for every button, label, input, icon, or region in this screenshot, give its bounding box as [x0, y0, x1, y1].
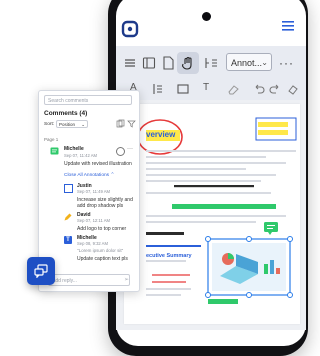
text-annotation-icon: T: [64, 236, 72, 244]
section-heading-exec-summary: ecutive Summary: [146, 253, 192, 259]
thread-timestamp: Sep 07, 11:42 AM: [64, 153, 97, 158]
comment-marker-icon: [264, 222, 278, 232]
rectangle-annotation-icon: [64, 184, 73, 193]
eraser-icon[interactable]: [226, 82, 240, 96]
resolve-check-icon[interactable]: [116, 147, 125, 156]
copy-icon[interactable]: [116, 119, 125, 128]
close-all-label: Close All Annotations: [64, 173, 110, 178]
close-all-annotations-link[interactable]: Close All Annotations ⌃: [64, 173, 114, 178]
page-label: Page 1: [44, 137, 59, 142]
align-icon[interactable]: [151, 82, 165, 96]
reply-text-line: Add logo to top corner: [77, 226, 127, 232]
rectangle-tool-icon[interactable]: [176, 82, 190, 96]
reply-timestamp: Sep 08, 9:32 AM: [77, 241, 108, 246]
reply-timestamp: Sep 07, 11:49 AM: [77, 189, 110, 194]
thread-more-icon[interactable]: ···: [127, 146, 133, 152]
app-logo-icon: [121, 20, 139, 38]
document-content: [137, 117, 297, 304]
chevron-up-icon: ⌃: [110, 173, 115, 178]
green-bar: [172, 204, 276, 209]
more-options-icon[interactable]: ···: [279, 56, 294, 70]
text-select-icon[interactable]: [203, 55, 219, 71]
sidebar-icon[interactable]: [141, 55, 157, 71]
hamburger-menu-icon[interactable]: [282, 21, 294, 31]
filter-icon[interactable]: [127, 119, 136, 128]
chevron-down-icon: ⌄: [81, 122, 85, 127]
pencil-icon: [64, 213, 72, 221]
thread-author: Michelle: [64, 146, 84, 152]
annotation-mode-dropdown[interactable]: Annot... ⌄: [226, 53, 272, 71]
reply-text-line: add drop shadow pls: [77, 203, 124, 209]
annotation-dropdown-label: Annot...: [231, 58, 263, 68]
comments-icon: [34, 264, 48, 278]
selection-box: [255, 117, 297, 141]
section-heading-overview: verview: [146, 130, 176, 139]
reply-text-line: Update caption text pls: [77, 256, 128, 262]
search-comments-input[interactable]: Search comments: [44, 95, 132, 105]
send-icon[interactable]: ➢: [124, 276, 129, 283]
caption-tag: [208, 299, 238, 304]
sort-dropdown[interactable]: Position ⌄: [56, 120, 88, 128]
comments-title: Comments (4): [44, 110, 88, 117]
chevron-down-icon: ⌄: [261, 58, 268, 67]
sort-value: Position: [59, 122, 76, 127]
redo-icon[interactable]: [268, 82, 282, 96]
list-icon[interactable]: [122, 55, 138, 71]
camera-notch: [202, 12, 211, 21]
clear-icon[interactable]: [286, 82, 300, 96]
comment-note-icon: [50, 147, 59, 155]
document-icon[interactable]: [160, 55, 176, 71]
reply-timestamp: Sep 07, 12:11 AM: [77, 218, 110, 223]
thread-text: Update with revised illustration: [64, 161, 132, 167]
reply-quote: "Lorem ipsum dolor sit": [77, 248, 124, 253]
pan-hand-icon[interactable]: [180, 55, 196, 71]
text-tool-icon[interactable]: T: [203, 82, 209, 93]
undo-icon[interactable]: [252, 82, 266, 96]
sort-label: Sort:: [44, 122, 55, 127]
add-reply-input[interactable]: Add reply...: [48, 274, 130, 286]
